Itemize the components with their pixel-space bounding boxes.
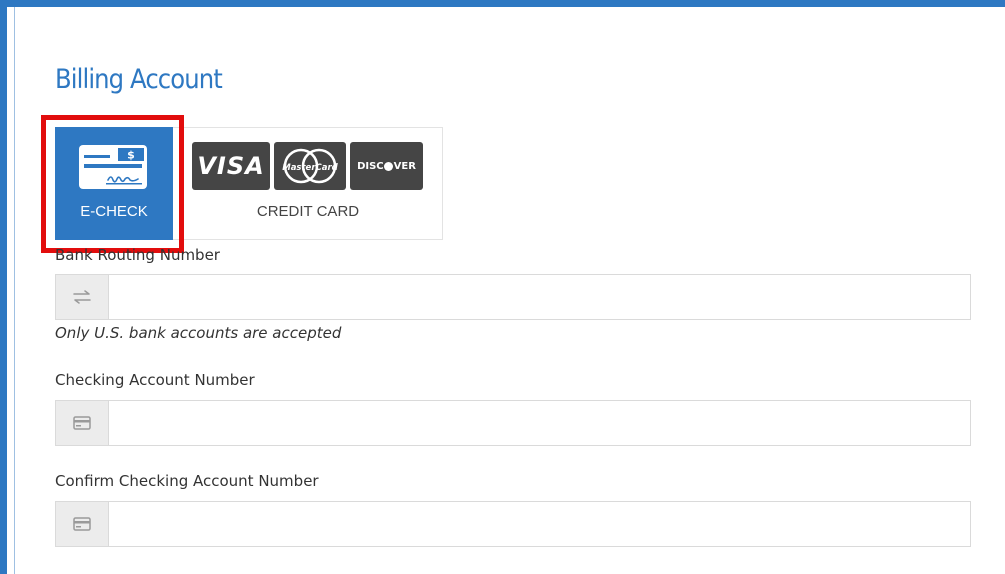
page-title: Billing Account — [55, 64, 223, 95]
tab-echeck-label: E-CHECK — [80, 203, 148, 220]
check-icon: $ — [79, 145, 147, 189]
routing-hint: Only U.S. bank accounts are accepted — [55, 324, 342, 342]
checking-account-input[interactable] — [109, 401, 970, 445]
mastercard-text: MasterCard — [282, 163, 338, 173]
routing-number-input[interactable] — [109, 275, 970, 319]
discover-dot — [384, 161, 394, 171]
tab-credit-card-label: CREDIT CARD — [256, 203, 360, 220]
card-icon — [56, 401, 109, 445]
checking-account-group — [55, 400, 971, 446]
discover-text-start: DISC — [357, 160, 384, 172]
discover-logo: DISC VER — [350, 142, 423, 190]
confirm-checking-input[interactable] — [109, 502, 970, 546]
visa-logo: VISA — [192, 142, 270, 190]
transfer-arrows-icon — [56, 275, 109, 319]
routing-number-label: Bank Routing Number — [55, 246, 220, 264]
tab-echeck[interactable]: $ E-CHECK — [55, 127, 173, 240]
confirm-checking-label: Confirm Checking Account Number — [55, 472, 319, 490]
card-icon — [56, 502, 109, 546]
tab-credit-card[interactable]: VISA MasterCard DISC VER CREDIT CARD — [173, 127, 443, 240]
routing-number-group — [55, 274, 971, 320]
discover-text-end: VER — [393, 160, 416, 172]
checking-account-label: Checking Account Number — [55, 371, 255, 389]
confirm-checking-group — [55, 501, 971, 547]
check-dollar-sign: $ — [127, 149, 135, 162]
mastercard-logo: MasterCard — [274, 142, 346, 190]
